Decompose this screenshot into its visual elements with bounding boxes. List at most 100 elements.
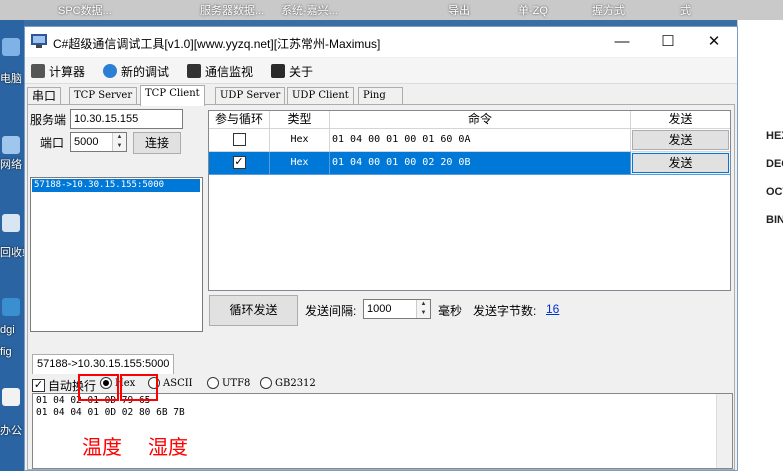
monitor-icon [187, 64, 201, 78]
tab-tcp-server[interactable]: TCP Server [69, 87, 138, 105]
column-header-send[interactable]: 发送 [631, 111, 730, 129]
send-cell: 发送 [631, 129, 730, 152]
desktop-icon-label: fig [0, 346, 12, 358]
interval-unit: 毫秒 [438, 304, 463, 318]
interval-stepper[interactable]: 1000 ▲ ▼ [363, 299, 431, 319]
desktop-item[interactable]: 握方式 [592, 2, 625, 18]
title-bar[interactable]: C#超级通信调试工具[v1.0][www.yyzq.net][江苏常州-Maxi… [25, 27, 737, 57]
temperature-highlight-box [78, 374, 119, 401]
desktop-item[interactable]: 系统-嘉兴... [281, 2, 338, 18]
menu-label: 关于 [289, 64, 314, 79]
desktop-icon-label: 电脑 [0, 73, 22, 85]
server-address-input[interactable]: 10.30.15.155 [70, 109, 183, 129]
menu-calculator[interactable]: 计算器 [31, 62, 85, 80]
command-cell[interactable]: 01 04 00 01 00 02 20 0B [330, 152, 631, 175]
receive-tab[interactable]: 57188->10.30.15.155:5000 [32, 354, 175, 374]
window-title: C#超级通信调试工具[v1.0][www.yyzq.net][江苏常州-Maxi… [53, 37, 381, 51]
about-icon [271, 64, 285, 78]
format-label: GB2312 [275, 377, 316, 389]
auto-wrap-checkbox[interactable]: ✓ [32, 379, 45, 392]
background-window-panel: HEX DEC OCT BIN [737, 20, 783, 471]
column-header-loop[interactable]: 参与循环 [209, 111, 270, 129]
spin-arrows-icon[interactable]: ▲ ▼ [112, 133, 126, 151]
format-utf8-radio[interactable] [207, 377, 219, 389]
port-value: 5000 [74, 136, 99, 148]
humidity-annotation: 湿度 [148, 435, 188, 459]
menu-about[interactable]: 关于 [271, 62, 313, 80]
receive-scrollbar[interactable] [716, 394, 732, 468]
menu-label: 新的调试 [121, 64, 170, 79]
desktop-item[interactable]: SPC数据... [58, 2, 112, 18]
bin-label[interactable]: BIN [766, 214, 783, 226]
app-window: C#超级通信调试工具[v1.0][www.yyzq.net][江苏常州-Maxi… [24, 26, 738, 471]
desktop-icon-label: 网络 [0, 159, 22, 171]
server-label: 服务端 [30, 113, 67, 127]
bytes-count-link[interactable]: 16 [546, 302, 559, 316]
type-cell[interactable]: Hex [270, 152, 330, 175]
port-label: 端口 [40, 136, 65, 150]
computer-icon[interactable] [2, 38, 20, 56]
tab-strip: 串口 TCP Server TCP Client UDP Server UDP … [25, 85, 737, 106]
loop-checkbox[interactable]: ✓ [232, 155, 246, 169]
desktop-icons-strip: 电脑 网络 回收站 dgi fig 办公 [0, 20, 33, 471]
network-icon[interactable] [2, 136, 20, 154]
minimize-button[interactable]: — [599, 27, 645, 57]
tab-serial[interactable]: 串口 [27, 87, 62, 105]
maximize-button[interactable]: ☐ [645, 27, 691, 57]
menu-label: 通信监视 [205, 64, 254, 79]
menu-bar: 计算器 新的调试 通信监视 关于 [25, 58, 737, 84]
desktop-taskbar-strip: SPC数据... 服务器数据... 系统-嘉兴... 导出 单-ZQ 握方式 式 [0, 0, 783, 20]
desktop-item[interactable]: 服务器数据... [200, 2, 264, 18]
format-utf8-option[interactable]: UTF8 [207, 377, 250, 389]
penguin-icon[interactable] [2, 388, 20, 406]
command-grid: 参与循环 类型 命令 发送 Hex 01 04 00 01 00 01 60 0… [208, 110, 731, 291]
tab-udp-server[interactable]: UDP Server [215, 87, 286, 105]
close-button[interactable]: ✕ [691, 27, 737, 57]
format-label: ASCII [163, 377, 193, 389]
desktop-item[interactable]: 式 [680, 2, 691, 18]
menu-new-session[interactable]: 新的调试 [103, 62, 169, 80]
format-gb2312-option[interactable]: GB2312 [260, 377, 316, 389]
format-gb2312-radio[interactable] [260, 377, 272, 389]
desktop-icon-label: dgi [0, 324, 15, 336]
new-session-icon [103, 64, 117, 78]
command-cell[interactable]: 01 04 00 01 00 01 60 0A [330, 129, 631, 152]
format-label: UTF8 [222, 377, 251, 389]
column-header-command[interactable]: 命令 [330, 111, 631, 129]
menu-monitor[interactable]: 通信监视 [187, 62, 253, 80]
receive-textarea[interactable]: 01 04 02 01 0D 79 65 01 04 04 01 0D 02 8… [32, 393, 733, 469]
tab-ping[interactable]: Ping [358, 87, 403, 105]
connect-button[interactable]: 连接 [133, 132, 181, 154]
send-button[interactable]: 发送 [632, 130, 729, 150]
tab-tcp-client[interactable]: TCP Client [140, 85, 205, 106]
loop-cell[interactable] [209, 129, 270, 152]
tcp-client-panel: 服务端 10.30.15.155 端口 5000 ▲ ▼ 连接 57188->10… [27, 104, 735, 470]
loop-send-button[interactable]: 循环发送 [209, 295, 298, 326]
connection-item[interactable]: 57188->10.30.15.155:5000 [32, 179, 200, 192]
hex-label[interactable]: HEX [766, 130, 783, 142]
type-cell[interactable]: Hex [270, 129, 330, 152]
connection-list[interactable]: 57188->10.30.15.155:5000 [30, 177, 203, 332]
send-cell: 发送 [631, 152, 730, 175]
dec-label[interactable]: DEC [766, 158, 783, 170]
recycle-bin-icon[interactable] [2, 214, 20, 232]
loop-cell[interactable]: ✓ [209, 152, 270, 175]
temperature-annotation: 温度 [82, 435, 122, 459]
app-icon[interactable] [2, 298, 20, 316]
desktop-item[interactable]: 单-ZQ [518, 2, 548, 18]
desktop-item[interactable]: 导出 [448, 2, 470, 18]
send-button[interactable]: 发送 [632, 153, 729, 173]
menu-label: 计算器 [49, 64, 86, 79]
loop-checkbox[interactable] [232, 132, 246, 146]
calculator-icon [31, 64, 45, 78]
port-stepper[interactable]: 5000 ▲ ▼ [70, 132, 127, 152]
bytes-label: 发送字节数: [473, 304, 537, 318]
oct-label[interactable]: OCT [766, 186, 783, 198]
humidity-highlight-box [120, 374, 158, 401]
interval-value: 1000 [367, 303, 392, 315]
column-header-type[interactable]: 类型 [270, 111, 330, 129]
tab-udp-client[interactable]: UDP Client [287, 87, 354, 105]
spin-arrows-icon[interactable]: ▲ ▼ [416, 300, 430, 318]
received-line: 01 04 04 01 0D 02 80 6B 7B [36, 407, 185, 418]
interval-label: 发送间隔: [305, 304, 357, 318]
